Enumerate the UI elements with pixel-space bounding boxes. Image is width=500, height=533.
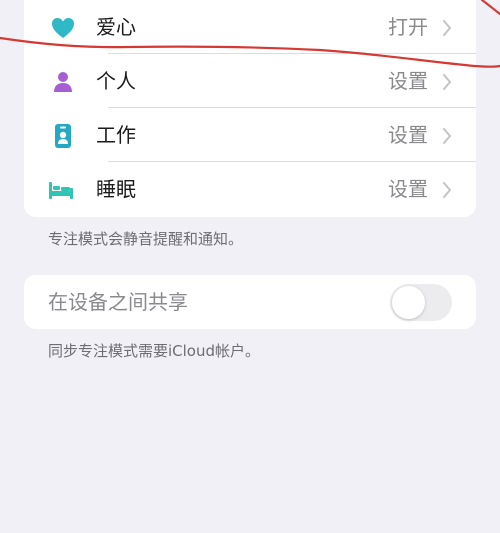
id-badge-icon: [55, 124, 71, 148]
bed-icon: [49, 182, 73, 199]
focus-row-status: 设置: [388, 177, 428, 201]
focus-row-label: 睡眠: [96, 177, 136, 201]
focus-row-label: 个人: [96, 69, 136, 93]
chevron-right-icon: [443, 20, 451, 36]
focus-row-label: 工作: [96, 123, 136, 147]
focus-row-label: 爱心: [96, 15, 136, 39]
share-across-devices-toggle[interactable]: [390, 284, 452, 321]
focus-footnote: 专注模式会静音提醒和通知。: [48, 230, 244, 248]
chevron-right-icon: [443, 182, 451, 198]
share-across-devices-row[interactable]: 在设备之间共享: [24, 275, 476, 329]
focus-row-personal[interactable]: 个人 设置: [24, 54, 476, 108]
focus-row-love[interactable]: 爱心 打开: [24, 0, 476, 54]
focus-row-work[interactable]: 工作 设置: [24, 108, 476, 162]
toggle-knob: [392, 286, 425, 319]
focus-row-sleep[interactable]: 睡眠 设置: [24, 162, 476, 216]
share-footnote: 同步专注模式需要iCloud帐户。: [48, 342, 261, 360]
focus-row-status: 设置: [388, 123, 428, 147]
heart-icon: [52, 18, 74, 38]
focus-row-status: 设置: [388, 69, 428, 93]
focus-modes-list: 爱心 打开 个人 设置 工作 设置 睡眠 设置: [24, 0, 476, 217]
focus-row-status: 打开: [388, 15, 428, 39]
share-across-devices-label: 在设备之间共享: [48, 290, 188, 314]
chevron-right-icon: [443, 74, 451, 90]
person-icon: [54, 72, 72, 92]
chevron-right-icon: [443, 128, 451, 144]
